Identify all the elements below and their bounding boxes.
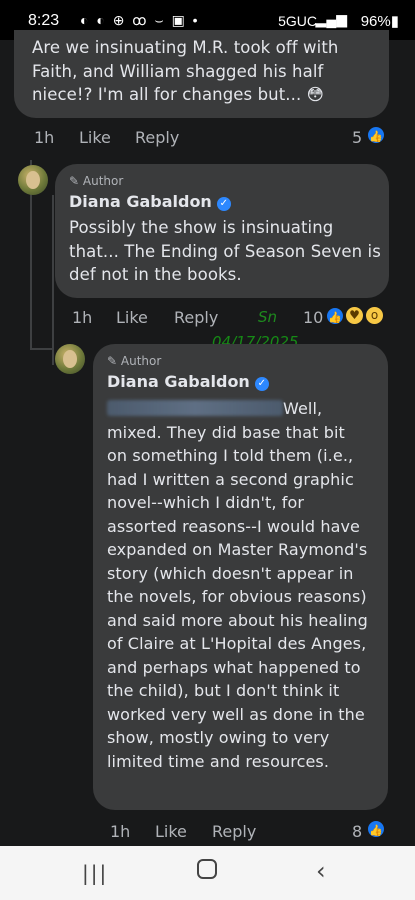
verified-badge-icon: ✓ <box>254 377 269 391</box>
reaction-count[interactable]: 5 <box>352 128 362 147</box>
wow-reaction-icon: o <box>364 305 385 326</box>
care-reaction-icon: ♥ <box>344 305 365 326</box>
comment-text-line: assorted reasons--I would have <box>107 516 360 536</box>
comment-time: 1h <box>34 128 55 147</box>
comment-time: 1h <box>72 308 93 327</box>
like-reaction-icon: 👍 <box>366 819 386 839</box>
thread-connector <box>30 348 52 350</box>
redacted-mention <box>107 400 283 416</box>
author-avatar[interactable] <box>18 165 48 195</box>
comment-text-line: Possibly the show is insinuating <box>69 218 334 237</box>
author-badge: ✎ Author <box>69 174 124 188</box>
like-button[interactable]: Like <box>116 308 148 327</box>
pencil-icon: ✎ <box>69 174 83 188</box>
comment-text-line: the novels, for obvious reasons) <box>107 587 367 606</box>
comment-bubble[interactable]: Are we insinuating M.R. took off with Fa… <box>14 30 389 118</box>
comment-text-line: had I written a second graphic <box>107 469 354 489</box>
reply-button[interactable]: Reply <box>212 822 256 841</box>
like-reaction-icon: 👍 <box>366 125 386 145</box>
network-type: 5GUC <box>278 13 317 29</box>
battery-icon: ▮ <box>390 13 399 30</box>
comment-text-line: show, mostly owing to very <box>107 728 330 747</box>
recent-apps-icon[interactable]: ||| <box>82 861 108 885</box>
comment-text-line: novel--which I didn't, for <box>107 493 305 512</box>
comment-text-line: mixed. They did base that bit <box>107 422 345 442</box>
comment-text-line: expanded on Master Raymond's <box>107 540 368 559</box>
system-nav-bar: ||| ‹ <box>0 846 415 900</box>
comment-text-line: Faith, and William shagged his half <box>32 61 324 81</box>
reaction-count[interactable]: 8 <box>352 822 362 841</box>
pencil-icon: ✎ <box>107 354 121 368</box>
comment-text-line: Well, <box>283 399 323 418</box>
comment-text-line: niece!? I'm all for changes but... 😳 <box>32 85 324 104</box>
author-name[interactable]: Diana Gabaldon ✓ <box>107 372 269 391</box>
comment-text-line: the child), but I don't think it <box>107 681 340 700</box>
author-badge: ✎ Author <box>107 354 162 368</box>
thread-line <box>52 195 54 365</box>
notification-icons: ◐ ◐ ⊕ ꝏ ⌣ ▣ • <box>80 12 200 28</box>
comment-text-line: worked very well as done in the <box>107 704 365 724</box>
comment-time: 1h <box>110 822 131 841</box>
author-name[interactable]: Diana Gabaldon ✓ <box>69 192 231 211</box>
watermark-initials: Sn <box>258 308 278 326</box>
reply-bubble[interactable]: ✎ Author Diana Gabaldon ✓ Possibly the sh… <box>55 164 389 298</box>
back-icon[interactable]: ‹ <box>316 857 326 885</box>
comment-text-line: and perhaps what happened to <box>107 657 361 677</box>
comment-text-line: Are we insinuating M.R. took off with <box>32 38 339 57</box>
comment-actions: 1h Like Reply <box>110 822 350 844</box>
comment-text-line: story (which doesn't appear in <box>107 563 354 583</box>
comment-actions: 1h Like Reply <box>34 128 394 150</box>
status-time: 8:23 <box>28 12 60 29</box>
author-avatar[interactable] <box>55 344 85 374</box>
like-button[interactable]: Like <box>79 128 111 147</box>
like-reaction-icon: 👍 <box>325 306 345 326</box>
reply-button[interactable]: Reply <box>174 308 218 327</box>
comment-text-line: and said more about his healing <box>107 610 368 630</box>
comment-text-line: limited time and resources. <box>107 751 330 771</box>
home-icon[interactable] <box>197 859 217 879</box>
comment-text-line: def not in the books. <box>69 265 242 284</box>
comment-text-line: of Claire at L'Hopital des Anges, <box>107 634 367 653</box>
comment-text-line: on something I told them (i.e., <box>107 446 354 465</box>
signal-icon: ▂▄▆ <box>315 11 347 27</box>
like-button[interactable]: Like <box>155 822 187 841</box>
reply-bubble[interactable]: ✎ Author Diana Gabaldon ✓ Well, mixed. Th… <box>93 344 388 810</box>
verified-badge-icon: ✓ <box>216 197 231 211</box>
reply-button[interactable]: Reply <box>135 128 179 147</box>
battery-level: 96%▮ <box>360 13 399 30</box>
comment-text-line: that... The Ending of Season Seven is <box>69 241 381 261</box>
reaction-count[interactable]: 10 <box>303 308 323 327</box>
